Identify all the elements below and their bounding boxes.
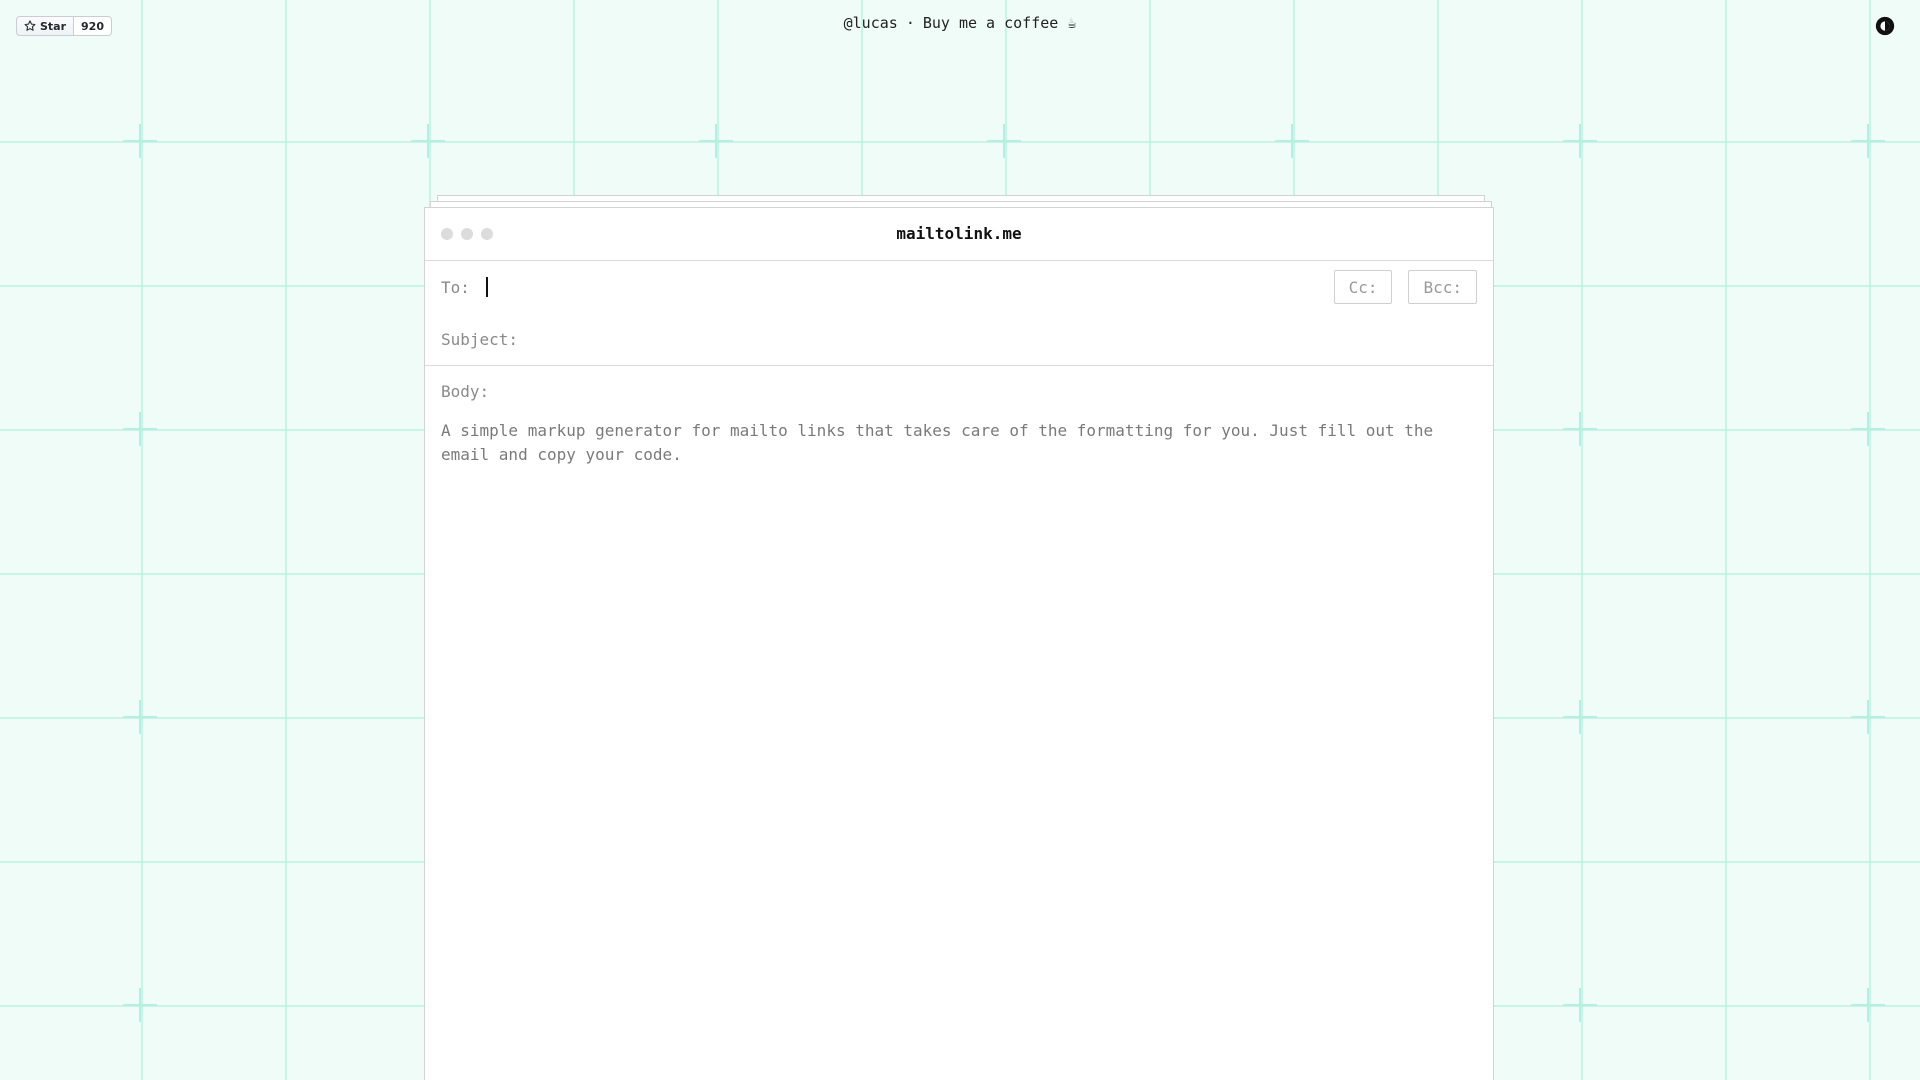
- buy-coffee-link[interactable]: Buy me a coffee ☕: [923, 14, 1077, 32]
- to-label: To:: [441, 277, 470, 297]
- grid-cross: [1563, 700, 1597, 734]
- to-input[interactable]: [483, 271, 1318, 303]
- subject-input[interactable]: [528, 323, 1477, 355]
- grid-cross: [987, 124, 1021, 158]
- grid-cross: [1563, 124, 1597, 158]
- window-title: mailtolink.me: [896, 224, 1022, 243]
- grid-cross: [123, 700, 157, 734]
- body-textarea[interactable]: A simple markup generator for mailto lin…: [441, 419, 1477, 979]
- grid-cross: [123, 988, 157, 1022]
- subject-row: Subject:: [425, 313, 1493, 366]
- grid-cross: [1851, 988, 1885, 1022]
- link-separator: ·: [905, 14, 915, 32]
- grid-cross: [1563, 412, 1597, 446]
- grid-cross: [699, 124, 733, 158]
- grid-cross: [1275, 124, 1309, 158]
- grid-cross: [1563, 988, 1597, 1022]
- contrast-icon[interactable]: [1874, 15, 1896, 37]
- grid-cross: [1851, 412, 1885, 446]
- subject-label: Subject:: [441, 329, 519, 349]
- header-links: @lucas · Buy me a coffee ☕: [0, 14, 1920, 32]
- body-label: Body:: [441, 382, 490, 401]
- cc-button[interactable]: Cc:: [1333, 270, 1393, 304]
- bcc-button[interactable]: Bcc:: [1408, 270, 1477, 304]
- to-row: To: Cc: Bcc:: [425, 261, 1493, 313]
- body-section: Body: A simple markup generator for mail…: [425, 366, 1493, 999]
- grid-cross: [1851, 700, 1885, 734]
- compose-window: mailtolink.me To: Cc: Bcc: Subject: Body…: [424, 207, 1494, 1080]
- grid-cross: [411, 124, 445, 158]
- grid-cross: [1851, 124, 1885, 158]
- author-link[interactable]: @lucas: [844, 14, 898, 32]
- grid-cross: [123, 412, 157, 446]
- window-titlebar: mailtolink.me: [425, 208, 1493, 261]
- text-caret: [486, 277, 488, 297]
- grid-cross: [123, 124, 157, 158]
